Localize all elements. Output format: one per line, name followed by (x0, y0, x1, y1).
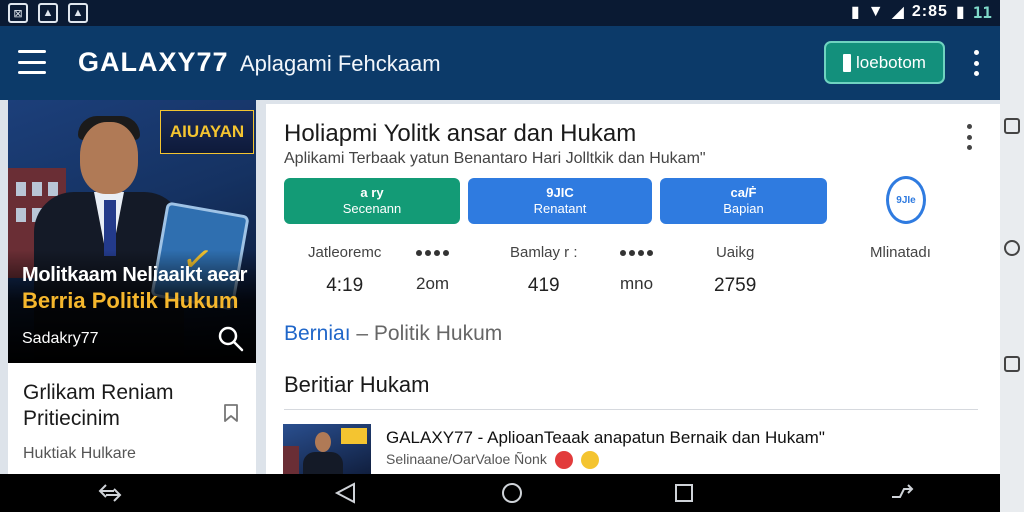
navigation-bar (0, 474, 1000, 512)
dots-icon (620, 250, 653, 256)
hero-brand: Sadakry77 (22, 330, 99, 347)
app-circle-icon[interactable]: 9JIe (886, 176, 926, 224)
hero-headline: Molitkaam Neliaaikt aear (22, 264, 248, 286)
rating-button-label: Renatant (533, 201, 587, 216)
section-title: Beritiar Hukam (284, 372, 430, 397)
stat-rating: Mlinatadı (870, 244, 931, 261)
download-button[interactable]: a ry Secenann (284, 178, 460, 224)
news-logo-badge: AIUAYAN (160, 110, 254, 154)
breadcrumb: Berniaı – Politik Hukum (284, 322, 502, 346)
rotate-icon[interactable] (888, 481, 916, 505)
overflow-menu-icon[interactable] (968, 50, 984, 76)
stat-size: Uaikg 2759 (714, 244, 757, 296)
overview-icon[interactable] (670, 481, 698, 505)
bookmark-icon (843, 53, 852, 72)
stat-unit-2: mno (620, 274, 654, 293)
dots-icon (416, 250, 449, 256)
share-button[interactable]: ca/Ḟ Bapian (660, 178, 827, 224)
vibrate-icon: ▮ (850, 4, 860, 21)
download-button-label: Secenann (342, 201, 402, 216)
stat-downloads: Jatleoremc 4:19 (308, 244, 382, 296)
gallery-icon: ▲ (68, 3, 88, 23)
action-button[interactable]: loebotom (824, 41, 945, 84)
status-bar: ⊠ ▲ ▲ ▮ ▼ ◢ 2:85 ▮ 11 (0, 0, 1000, 26)
share-button-label: Bapian (723, 201, 764, 216)
breadcrumb-link[interactable]: Berniaı (284, 322, 351, 345)
home-icon[interactable] (498, 481, 526, 505)
search-icon[interactable] (216, 324, 244, 352)
app-detail-card: Holiapmi Yolitk ansar dan Hukam Aplikami… (266, 104, 1000, 474)
rating-button[interactable]: 9JIC Renatant (468, 178, 652, 224)
more-options-icon[interactable] (964, 124, 974, 150)
app-subtitle: Aplagami Fehckaam (240, 51, 441, 76)
menu-icon[interactable] (18, 50, 46, 74)
app-description: Aplikami Terbaak yatun Benantaro Hari Jo… (284, 150, 706, 167)
featured-image[interactable]: AIUAYAN ✓ Molitkaam Neliaaikt aear Berri… (8, 100, 256, 363)
notification-icons: ⊠ ▲ ▲ (8, 3, 88, 23)
breadcrumb-current: – Politik Hukum (350, 322, 503, 345)
gallery-icon: ▲ (38, 3, 58, 23)
news-thumbnail[interactable] (283, 424, 371, 474)
recents-swap-icon[interactable] (96, 481, 124, 505)
edge-icon[interactable] (1004, 240, 1020, 256)
hero-subheadline: Berria Politik Hukum (22, 288, 239, 313)
edge-icon[interactable] (1004, 118, 1020, 134)
news-item-title[interactable]: GALAXY77 - AplioanTeaak anapatun Bernaik… (386, 428, 825, 448)
rating-icon: 9JIC (546, 185, 574, 200)
content-area: AIUAYAN ✓ Molitkaam Neliaaikt aear Berri… (0, 100, 1000, 474)
battery-icon: ▮ (955, 4, 965, 21)
edge-icon[interactable] (1004, 356, 1020, 372)
stat-reviews: Bamlay r : 419 (510, 244, 578, 296)
featured-title[interactable]: Grlikam Reniam Pritiecinim (23, 380, 203, 432)
battery-level: 11 (972, 2, 992, 22)
app-title: Holiapmi Yolitk ansar dan Hukam (284, 120, 637, 147)
image-icon: ⊠ (8, 3, 28, 23)
featured-card[interactable]: AIUAYAN ✓ Molitkaam Neliaaikt aear Berri… (8, 100, 256, 474)
emoji-icon (580, 451, 599, 470)
wifi-icon: ▼ (867, 3, 884, 20)
back-icon[interactable] (332, 481, 360, 505)
news-item-meta: Selinaane/OarValoe Ñonk (386, 451, 599, 470)
featured-subtitle: Huktiak Hulkare (23, 445, 136, 462)
stat-unit-1: 2om (416, 274, 450, 293)
share-icon: ca/Ḟ (730, 185, 757, 200)
emoji-icon (554, 451, 573, 470)
app-brand: GALAXY77 (78, 47, 229, 77)
bookmark-icon[interactable] (220, 402, 242, 424)
download-icon: a ry (360, 185, 384, 200)
divider (284, 409, 978, 410)
clock: 2:85 (911, 3, 948, 20)
app-bar: GALAXY77 Aplagami Fehckaam loebotom (0, 26, 1000, 100)
signal-icon: ◢ (891, 4, 904, 21)
edge-panel (1000, 0, 1024, 512)
system-icons: ▮ ▼ ◢ 2:85 ▮ 11 (851, 2, 992, 22)
action-button-label: loebotom (856, 52, 926, 72)
